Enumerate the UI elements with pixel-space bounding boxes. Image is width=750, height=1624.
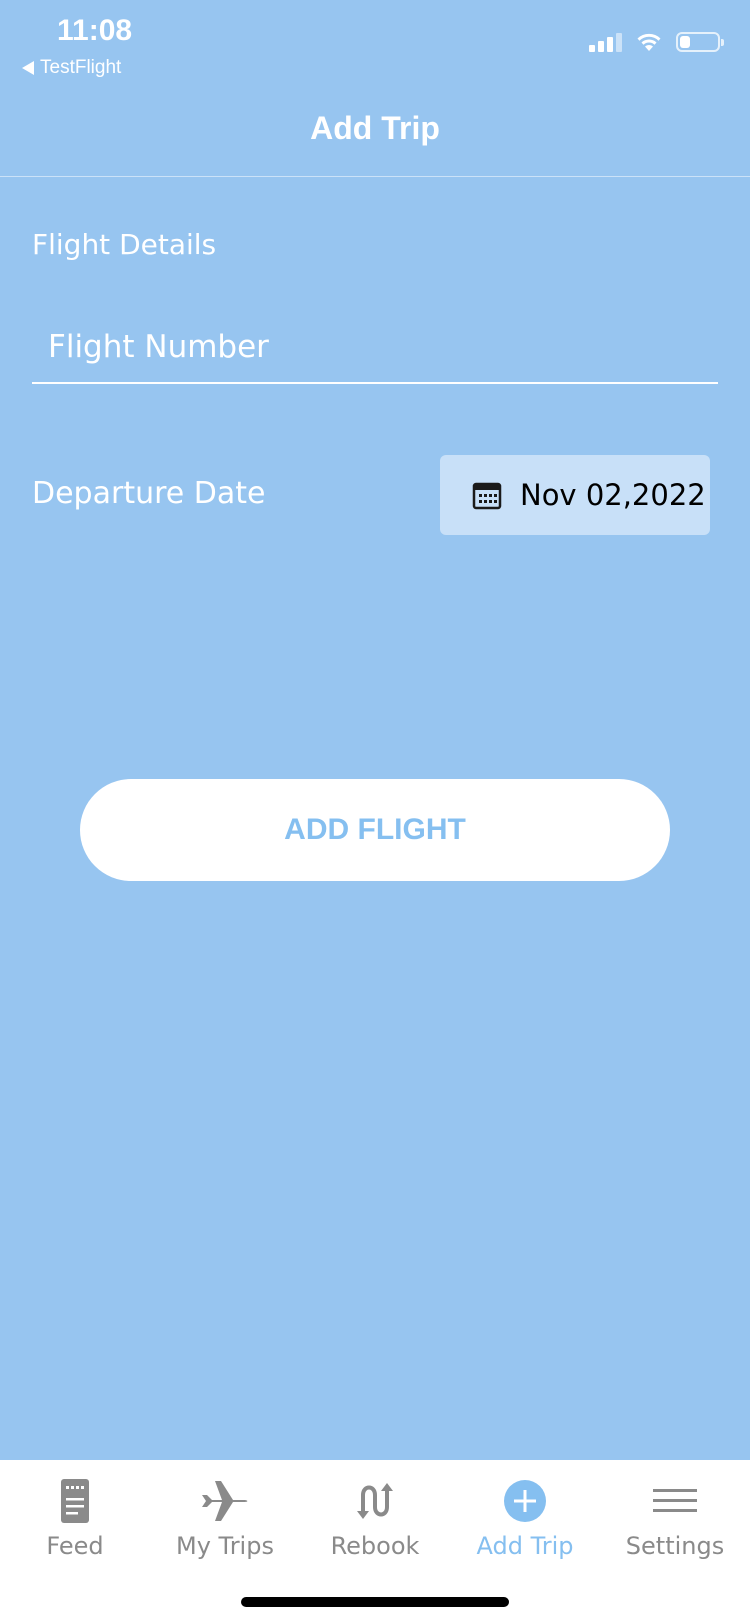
flight-number-input[interactable] [32, 312, 718, 384]
plus-circle-icon [503, 1476, 547, 1526]
tab-settings[interactable]: Settings [600, 1460, 750, 1580]
menu-lines-icon [652, 1476, 698, 1526]
tab-label: Add Trip [476, 1532, 574, 1560]
airplane-icon [200, 1476, 250, 1526]
tab-label: Rebook [330, 1532, 420, 1560]
tab-label: Feed [46, 1532, 104, 1560]
tab-bar: Feed My Trips Rebook Add Trip Settings [0, 1460, 750, 1624]
back-app-label: TestFlight [40, 57, 122, 78]
tab-feed[interactable]: Feed [0, 1460, 150, 1580]
wifi-icon [637, 33, 661, 51]
tab-label: Settings [625, 1532, 725, 1560]
tab-my-trips[interactable]: My Trips [150, 1460, 300, 1580]
departure-date-value: Nov 02,2022 [520, 478, 706, 512]
cellular-signal-icon [589, 32, 622, 52]
calendar-icon [472, 482, 502, 510]
tab-label: My Trips [176, 1532, 274, 1560]
rebook-arrows-icon [353, 1476, 397, 1526]
add-flight-button[interactable]: ADD FLIGHT [80, 779, 670, 881]
tab-add-trip[interactable]: Add Trip [450, 1460, 600, 1580]
back-to-app-link[interactable]: TestFlight [22, 57, 121, 79]
back-arrow-icon [22, 61, 34, 75]
add-trip-screen: 11:08 TestFlight Add Trip Flight Details… [0, 0, 750, 1624]
departure-date-picker[interactable]: Nov 02,2022 [440, 455, 710, 535]
departure-date-label: Departure Date [32, 476, 266, 511]
tab-rebook[interactable]: Rebook [300, 1460, 450, 1580]
flight-details-label: Flight Details [32, 228, 217, 261]
status-time: 11:08 [57, 14, 133, 47]
header-divider [0, 176, 750, 177]
page-title: Add Trip [310, 110, 440, 146]
home-indicator[interactable] [241, 1597, 509, 1607]
status-indicators [589, 32, 724, 52]
battery-icon [676, 32, 724, 52]
feed-icon [60, 1476, 90, 1526]
